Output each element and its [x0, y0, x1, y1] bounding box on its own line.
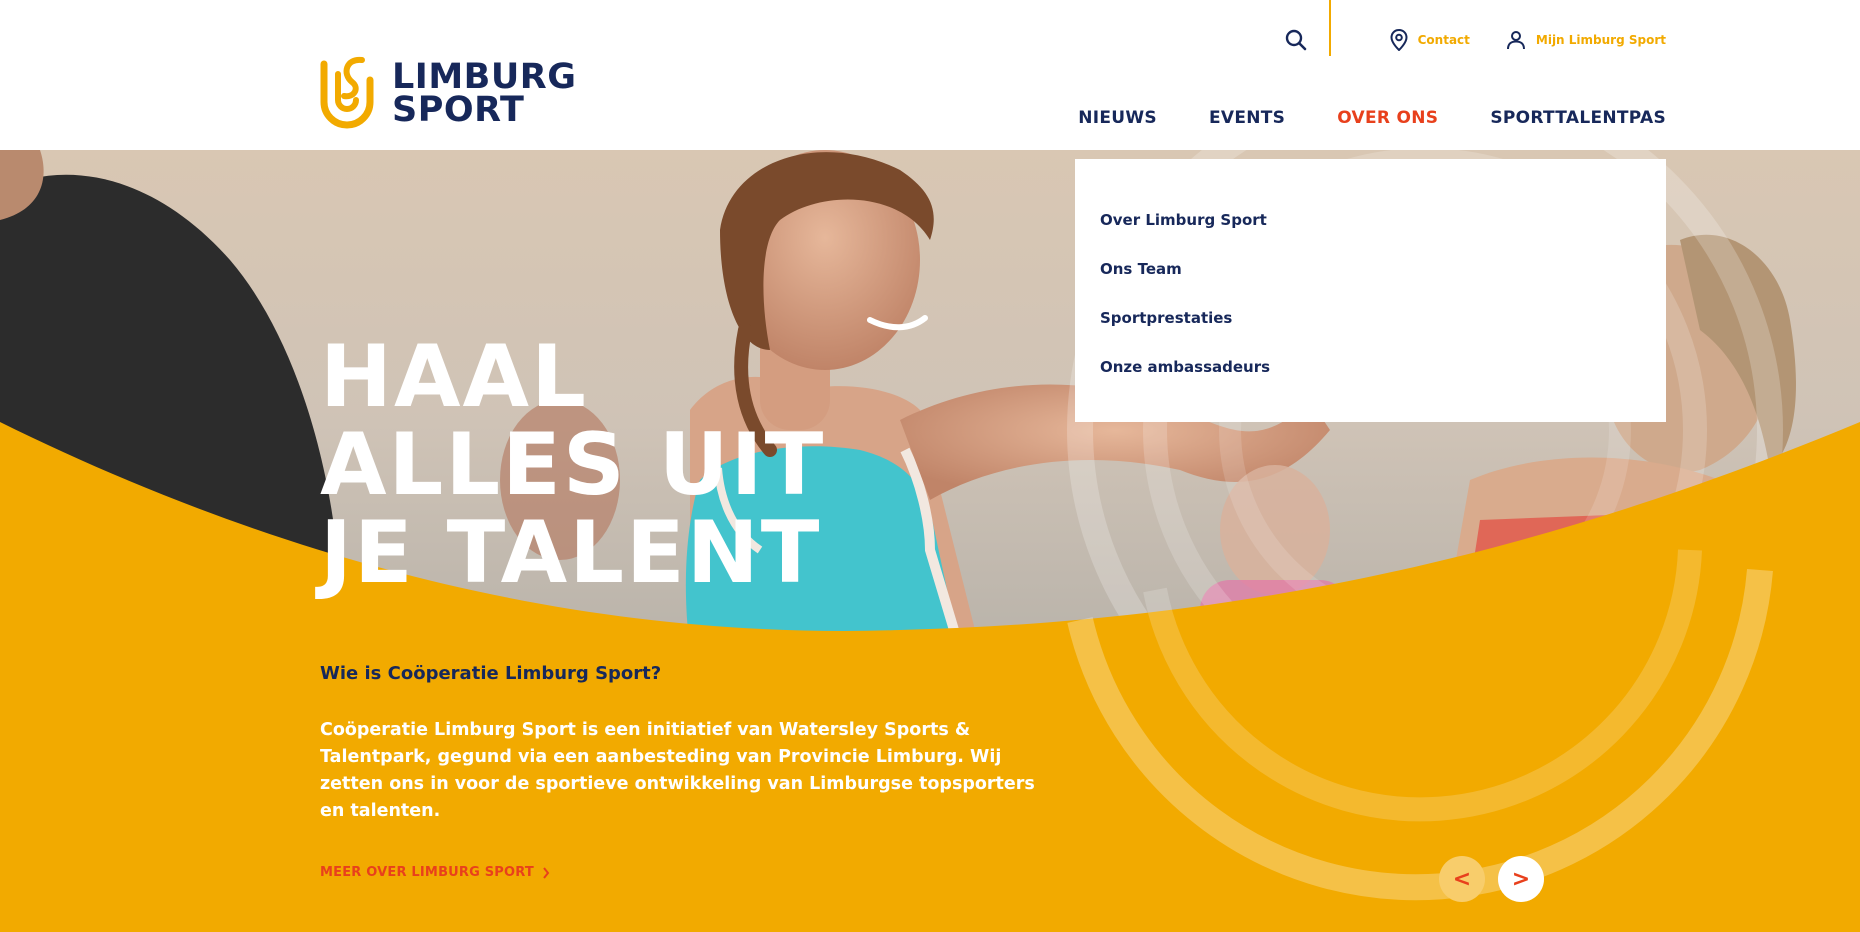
user-icon [1506, 30, 1526, 50]
dropdown-item-sportprestaties[interactable]: Sportprestaties [1100, 309, 1666, 327]
headline-line-3: JE TALENT [320, 503, 822, 603]
nav-item-sporttalentpas[interactable]: SPORTTALENTPAS [1490, 108, 1666, 128]
search-icon [1285, 29, 1306, 51]
ls-monogram-icon [320, 56, 374, 129]
more-about-label: MEER OVER LIMBURG SPORT [320, 865, 534, 880]
contact-label: Contact [1417, 33, 1470, 47]
location-pin-icon [1390, 29, 1408, 51]
dropdown-item-ons-team[interactable]: Ons Team [1100, 260, 1666, 278]
nav-item-nieuws[interactable]: NIEUWS [1078, 108, 1157, 128]
utility-bar: Contact Mijn Limburg Sport [1281, 0, 1666, 56]
slider-controls: < > [1439, 856, 1544, 902]
main-nav: NIEUWS EVENTS OVER ONS SPORTTALENTPAS [1026, 108, 1666, 128]
logo-line-2: SPORT [392, 90, 525, 130]
chevron-right-icon [542, 866, 550, 879]
site-header: LIMBURG SPORT Contact Mijn Limburg Sport… [0, 0, 1860, 150]
headline-line-1: HAAL [320, 327, 588, 427]
intro-block: Wie is Coöperatie Limburg Sport? Coöpera… [320, 663, 1050, 825]
dropdown-item-over-limburg-sport[interactable]: Over Limburg Sport [1100, 211, 1666, 229]
slider-next-button[interactable]: > [1498, 856, 1544, 902]
intro-heading: Wie is Coöperatie Limburg Sport? [320, 663, 662, 684]
intro-body: Coöperatie Limburg Sport is een initiati… [320, 720, 1035, 821]
logo-wordmark: LIMBURG SPORT [392, 60, 576, 130]
nav-item-events[interactable]: EVENTS [1209, 108, 1285, 128]
nav-item-over-ons[interactable]: OVER ONS [1337, 108, 1438, 128]
site-logo[interactable]: LIMBURG SPORT [318, 52, 576, 136]
over-ons-dropdown: Over Limburg Sport Ons Team Sportprestat… [1075, 159, 1666, 422]
headline-line-2: ALLES UIT [320, 415, 826, 515]
utility-divider [1328, 0, 1331, 56]
dropdown-item-onze-ambassadeurs[interactable]: Onze ambassadeurs [1100, 358, 1666, 376]
account-link[interactable]: Mijn Limburg Sport [1506, 30, 1666, 50]
slider-prev-button[interactable]: < [1439, 856, 1485, 902]
hero-headline: HAAL ALLES UIT JE TALENT [320, 333, 825, 597]
more-about-link[interactable]: MEER OVER LIMBURG SPORT [320, 865, 550, 880]
search-button[interactable] [1281, 25, 1311, 55]
contact-link[interactable]: Contact [1390, 29, 1470, 51]
account-label: Mijn Limburg Sport [1535, 33, 1666, 47]
